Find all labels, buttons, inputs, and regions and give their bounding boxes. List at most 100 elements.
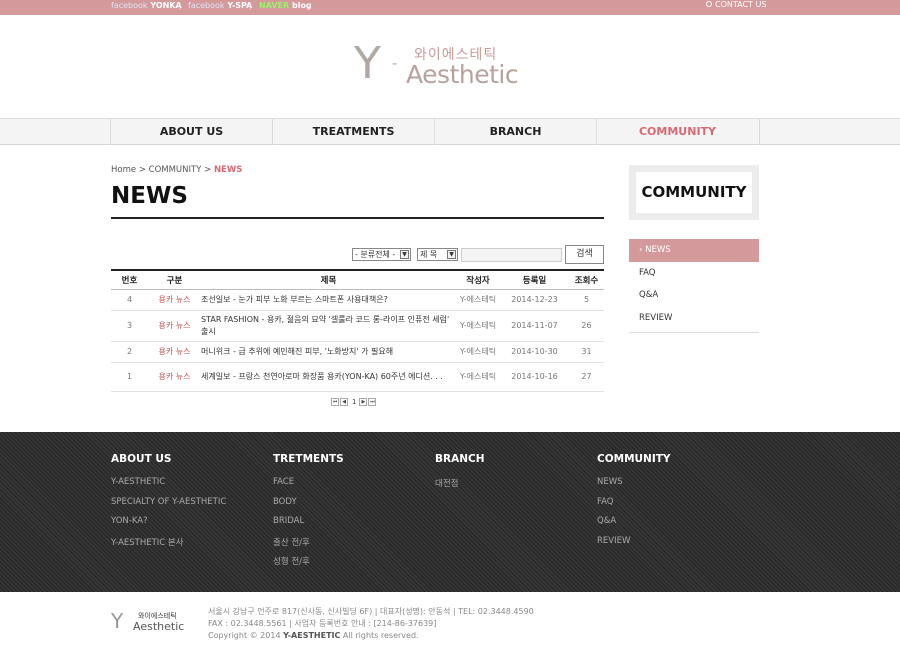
next-page-icon[interactable]: ▶: [359, 398, 368, 406]
chevron-down-icon: ▼: [400, 250, 409, 259]
sidebar-divider: [629, 332, 759, 334]
footer-column-community: COMMUNITY NEWS FAQ Q&A REVIEW: [597, 453, 757, 555]
footer-heading: TRETMENTS: [273, 453, 344, 465]
link-label: YONKA: [150, 1, 182, 10]
col-header-number: 번호: [111, 269, 148, 290]
footer-column-about: ABOUT US Y-AESTHETIC SPECIALTY OF Y-AEST…: [111, 453, 271, 555]
row-number: 4: [111, 289, 148, 311]
row-views: 26: [569, 310, 604, 342]
contact-us-link[interactable]: CONTACT US: [706, 0, 766, 9]
search-button[interactable]: 검색: [565, 245, 604, 264]
logo-english: Aesthetic: [406, 60, 519, 89]
col-header-author: 작성자: [456, 269, 500, 290]
footer-link[interactable]: NEWS: [597, 477, 757, 497]
row-subject-link[interactable]: 조선일보 - 눈가 피부 노화 부르는 스마트폰 사용대책은?: [201, 289, 456, 311]
facebook-yspa-link[interactable]: facebook Y-SPA: [188, 1, 252, 10]
row-category: 용카 뉴스: [148, 341, 201, 363]
facebook-yonka-link[interactable]: facebook YONKA: [111, 1, 182, 10]
search-field-select-value: 제 목: [420, 250, 438, 259]
news-board-table: 번호 구분 제목 작성자 등록일 조회수 4 용카 뉴스 조선일보 - 눈가 피…: [111, 269, 604, 392]
first-page-icon[interactable]: ⏮: [331, 398, 339, 406]
footer-logo-letter: Y: [111, 609, 124, 633]
row-subject-link[interactable]: 머니위크 - 급 추위에 예민해진 피부, '노화방지' 가 필요해: [201, 341, 456, 363]
sidebar-item-news[interactable]: NEWS: [629, 239, 759, 262]
footer-link[interactable]: REVIEW: [597, 536, 757, 556]
table-row[interactable]: 2 용카 뉴스 머니위크 - 급 추위에 예민해진 피부, '노화방지' 가 필…: [111, 341, 604, 363]
naver-blog-link[interactable]: NAVER blog: [259, 1, 312, 10]
facebook-brand-text: facebook: [188, 1, 225, 10]
footer-link[interactable]: BRIDAL: [273, 516, 433, 536]
footer-heading: ABOUT US: [111, 453, 172, 465]
chevron-down-icon: ▼: [447, 250, 456, 259]
site-logo[interactable]: Y - 와이에스테틱 Aesthetic: [354, 40, 524, 90]
row-category: 용카 뉴스: [148, 362, 201, 392]
location-pin-icon: [706, 1, 712, 7]
footer-link[interactable]: Q&A: [597, 516, 757, 536]
copyright: Copyright © 2014 Y-AESTHETIC All rights …: [208, 630, 534, 642]
last-page-icon[interactable]: ⏭: [368, 398, 377, 406]
nav-community[interactable]: COMMUNITY: [596, 119, 758, 145]
breadcrumb-home[interactable]: Home: [111, 165, 136, 175]
copyright-prefix: Copyright © 2014: [208, 631, 281, 641]
footer-link[interactable]: 출산 전/후: [273, 536, 433, 556]
footer-link[interactable]: FAQ: [597, 497, 757, 517]
row-date: 2014-11-07: [500, 310, 569, 342]
footer-link[interactable]: Y-AESTHETIC 본사: [111, 536, 271, 556]
sidebar-title: COMMUNITY: [636, 172, 752, 213]
footer-link[interactable]: 대전점: [435, 477, 595, 497]
address-line: 서울시 강남구 언주로 817(신사동, 신사빌딩 6F) | 대표자(성명):…: [208, 607, 534, 616]
row-date: 2014-12-23: [500, 289, 569, 311]
footer-heading: BRANCH: [435, 453, 485, 465]
sidebar-item-review[interactable]: REVIEW: [629, 307, 759, 330]
row-date: 2014-10-30: [500, 341, 569, 363]
breadcrumb: Home > COMMUNITY > NEWS: [111, 165, 242, 175]
row-author: Y-에스테틱: [456, 341, 500, 363]
breadcrumb-community[interactable]: COMMUNITY: [149, 165, 202, 175]
footer-link[interactable]: 성형 전/후: [273, 555, 433, 575]
nav-about-us[interactable]: ABOUT US: [110, 119, 272, 145]
sidebar-title-box: COMMUNITY: [629, 165, 759, 220]
breadcrumb-separator: >: [138, 165, 146, 175]
page-number-current[interactable]: 1: [352, 398, 356, 406]
footer-link[interactable]: FACE: [273, 477, 433, 497]
logo-letter: Y: [354, 38, 381, 89]
top-bar: facebook YONKA | facebook Y-SPA | NAVER …: [0, 0, 900, 15]
sidebar-menu: NEWS FAQ Q&A REVIEW: [629, 239, 759, 334]
row-views: 31: [569, 341, 604, 363]
footer-heading: COMMUNITY: [597, 453, 671, 465]
copyright-brand: Y-AESTHETIC: [283, 631, 341, 641]
search-input[interactable]: [461, 248, 562, 262]
nav-treatments[interactable]: TREATMENTS: [272, 119, 434, 145]
footer-link[interactable]: BODY: [273, 497, 433, 517]
category-select[interactable]: - 분류전체 - ▼: [352, 248, 411, 261]
separator: |: [179, 2, 182, 10]
contact-label: CONTACT US: [715, 0, 767, 9]
main-nav: ABOUT US TREATMENTS BRANCH COMMUNITY: [0, 118, 900, 145]
nav-branch[interactable]: BRANCH: [434, 119, 596, 145]
row-subject-link[interactable]: 세계일보 - 프랑스 천연아로마 화장품 용카(YON-KA) 60주년 에디션…: [201, 362, 456, 392]
prev-page-icon[interactable]: ◀: [340, 398, 348, 406]
col-header-category: 구분: [148, 269, 201, 290]
footer-column-treatments: TRETMENTS FACE BODY BRIDAL 출산 전/후 성형 전/후: [273, 453, 433, 575]
sidebar-item-qna[interactable]: Q&A: [629, 284, 759, 307]
table-row[interactable]: 4 용카 뉴스 조선일보 - 눈가 피부 노화 부르는 스마트폰 사용대책은? …: [111, 289, 604, 311]
row-author: Y-에스테틱: [456, 362, 500, 392]
title-divider: [111, 217, 604, 219]
footer-link[interactable]: Y-AESTHETIC: [111, 477, 271, 497]
row-author: Y-에스테틱: [456, 289, 500, 311]
naver-brand-text: NAVER: [259, 1, 290, 10]
row-subject-link[interactable]: STAR FASHION - 용카, 젊음의 묘약 '셀룰라 코드 롱-라이프 …: [201, 310, 456, 342]
category-select-value: - 분류전체 -: [355, 250, 396, 259]
page-title: NEWS: [111, 183, 188, 209]
row-views: 27: [569, 362, 604, 392]
col-header-subject: 제목: [201, 269, 456, 290]
footer-link[interactable]: SPECIALTY OF Y-AESTHETIC: [111, 497, 271, 517]
table-row[interactable]: 1 용카 뉴스 세계일보 - 프랑스 천연아로마 화장품 용카(YON-KA) …: [111, 362, 604, 392]
table-row[interactable]: 3 용카 뉴스 STAR FASHION - 용카, 젊음의 묘약 '셀룰라 코…: [111, 310, 604, 342]
breadcrumb-current: NEWS: [213, 165, 243, 175]
row-category: 용카 뉴스: [148, 310, 201, 342]
footer-link[interactable]: YON-KA?: [111, 516, 271, 536]
search-field-select[interactable]: 제 목 ▼: [417, 248, 458, 261]
sidebar-item-faq[interactable]: FAQ: [629, 262, 759, 285]
separator: |: [249, 2, 252, 10]
